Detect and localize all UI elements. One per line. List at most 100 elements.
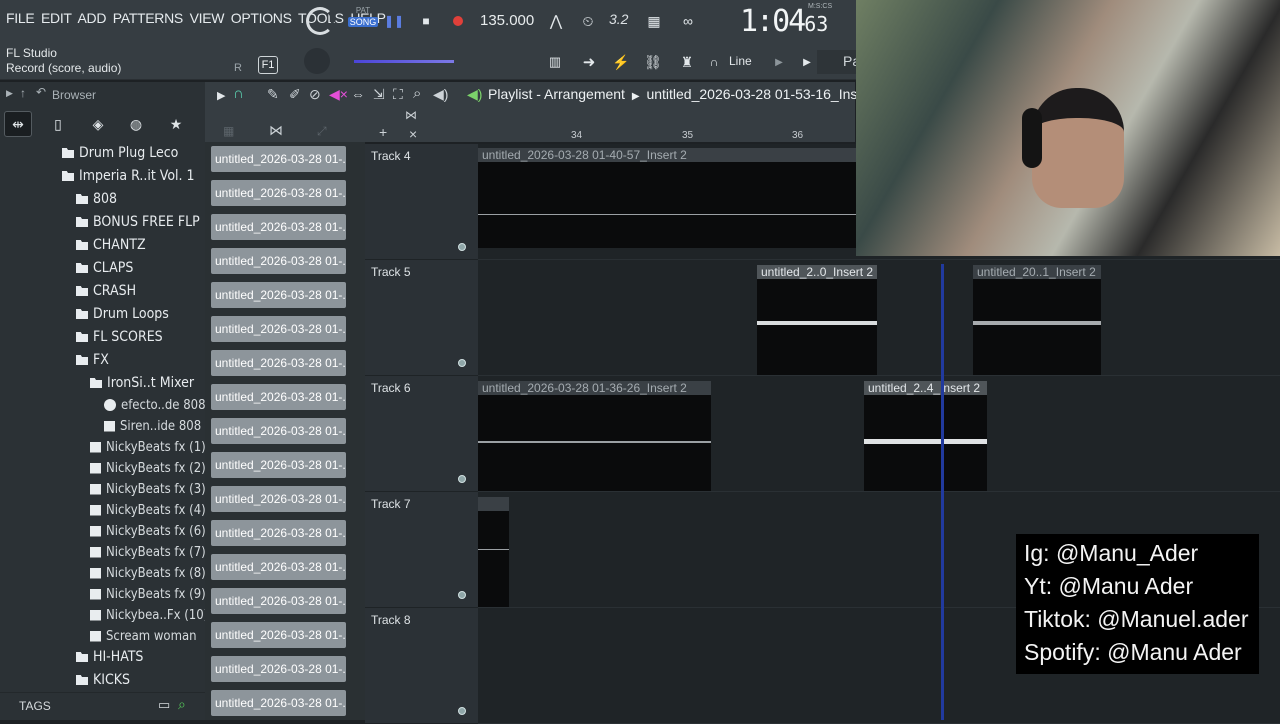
arrow-right-icon[interactable]: ➜ [578, 52, 600, 72]
pattern-clip-item[interactable]: untitled_2026-03-28 01-... [211, 248, 346, 274]
menu-options[interactable]: OPTIONS [231, 10, 292, 26]
tree-item[interactable]: NickyBeats fx (4) [90, 499, 205, 521]
tree-item[interactable]: Siren..ide 808 [104, 415, 201, 437]
zoom-tool-icon[interactable]: ⌕ [413, 85, 421, 102]
audio-tab-icon[interactable]: ⋈ [269, 122, 283, 139]
close-track-icon[interactable]: × [409, 126, 417, 142]
track-mute-led[interactable] [458, 359, 466, 367]
pattern-clip-item[interactable]: untitled_2026-03-28 01-... [211, 588, 346, 614]
snap-mode[interactable]: Line [729, 54, 752, 68]
tree-item[interactable]: FL SCORES [76, 326, 163, 348]
tree-item[interactable]: efecto..de 808 [104, 394, 205, 416]
browser-favorites-tab-icon[interactable]: ★ [162, 111, 190, 137]
tree-item[interactable]: NickyBeats fx (3) [90, 478, 205, 500]
browser-plugins-tab-icon[interactable]: ◈ [84, 111, 112, 137]
pattern-clip-item[interactable]: untitled_2026-03-28 01-... [211, 350, 346, 376]
pattern-clip-item[interactable]: untitled_2026-03-28 01-... [211, 452, 346, 478]
pattern-tab-icon[interactable]: ▦ [223, 124, 234, 138]
tree-item[interactable]: NickyBeats fx (6) [90, 520, 205, 542]
pattern-clip-item[interactable]: untitled_2026-03-28 01-... [211, 146, 346, 172]
menu-edit[interactable]: EDIT [41, 10, 72, 26]
tree-item[interactable]: IronSi..t Mixer [90, 372, 194, 394]
tempo-display[interactable]: 135.000 [480, 12, 534, 29]
menu-view[interactable]: VIEW [190, 10, 225, 26]
magnet-icon[interactable]: ∩ [706, 53, 722, 71]
pattern-clip-item[interactable]: untitled_2026-03-28 01-... [211, 384, 346, 410]
master-volume-slider[interactable] [354, 60, 454, 63]
mixer-icon[interactable]: ♜ [676, 52, 698, 72]
tree-item[interactable]: Drum Plug Leco [62, 142, 178, 164]
tree-item[interactable]: CHANTZ [76, 234, 146, 256]
browser-all-tab-icon[interactable]: ⇹ [4, 111, 32, 137]
pattern-selector[interactable]: Pa [817, 50, 860, 74]
pattern-clip-item[interactable]: untitled_2026-03-28 01-... [211, 554, 346, 580]
pattern-clip-item[interactable]: untitled_2026-03-28 01-... [211, 282, 346, 308]
tree-item[interactable]: Nickybea..Fx (10) [90, 604, 205, 626]
select-tool-icon[interactable]: ⛶ [393, 86, 403, 103]
record-button[interactable] [448, 10, 468, 32]
timeline-ruler[interactable]: 34 35 36 [478, 128, 858, 144]
playback-tool-icon[interactable]: ◀) [433, 86, 448, 103]
stop-button[interactable]: ■ [416, 10, 436, 32]
draw-tool-icon[interactable]: ✎ [267, 86, 279, 103]
track-header[interactable]: Track 6 [365, 376, 478, 492]
menu-file[interactable]: FILE [6, 10, 35, 26]
slip-tool-icon[interactable]: ⇔ [351, 86, 365, 102]
pattern-clip-item[interactable]: untitled_2026-03-28 01-... [211, 690, 346, 716]
browser-up-icon[interactable]: ↑ [20, 86, 26, 100]
loop-record-icon[interactable]: ∞ [676, 10, 700, 32]
menu-patterns[interactable]: PATTERNS [113, 10, 184, 26]
tree-item[interactable]: NickyBeats fx (8) [90, 562, 205, 584]
audio-clip[interactable]: untitled_2..4_Insert 2 [864, 381, 987, 491]
tree-item[interactable]: 808 [76, 188, 117, 210]
tree-item[interactable]: Imperia R..it Vol. 1 [62, 165, 195, 187]
piano-roll-icon[interactable]: ▥ [542, 52, 568, 72]
browser-collapse-icon[interactable]: ▶ [6, 88, 13, 99]
pattern-clip-item[interactable]: untitled_2026-03-28 01-... [211, 316, 346, 342]
add-track-icon[interactable]: + [379, 124, 387, 140]
audio-clip[interactable]: untitled_2026-03-28 01-36-26_Insert 2 [478, 381, 711, 491]
main-pitch-knob[interactable] [304, 48, 330, 74]
overview-icon[interactable]: ⋈ [405, 108, 417, 122]
pattern-clip-item[interactable]: untitled_2026-03-28 01-... [211, 656, 346, 682]
folder-icon[interactable]: ▭ [158, 697, 170, 713]
audio-clip[interactable]: untitled_2026-03-28 01-40-57_Insert 2 [478, 148, 858, 248]
pattern-clip-item[interactable]: untitled_2026-03-28 01-... [211, 520, 346, 546]
tree-item[interactable]: KICKS [76, 669, 130, 690]
mute-tool-icon[interactable]: ◀× [329, 86, 348, 103]
magnet-snap-icon[interactable]: ∩ [233, 85, 244, 102]
pattern-clip-item[interactable]: untitled_2026-03-28 01-... [211, 622, 346, 648]
track-mute-led[interactable] [458, 707, 466, 715]
menu-add[interactable]: ADD [78, 10, 107, 26]
tree-item[interactable]: HI-HATS [76, 646, 143, 668]
slice-tool-icon[interactable]: ⇲ [373, 86, 385, 103]
wait-input-icon[interactable]: ⏲ [576, 10, 600, 32]
pattern-clip-item[interactable]: untitled_2026-03-28 01-... [211, 214, 346, 240]
tree-item[interactable]: Drum Loops [76, 303, 169, 325]
tree-item[interactable]: NickyBeats fx (9) [90, 583, 205, 605]
pat-song-toggle[interactable]: PAT SONG [348, 6, 378, 36]
time-display[interactable]: 1:0463 M:S:CS [740, 3, 832, 39]
tree-item[interactable]: NickyBeats fx (2) [90, 457, 205, 479]
track-header[interactable]: Track 8 [365, 608, 478, 724]
track-header[interactable]: Track 5 [365, 260, 478, 376]
f1-button[interactable]: F1 [258, 56, 278, 74]
track-lane[interactable]: untitled_2..0_Insert 2 untitled_20..1_In… [478, 260, 1280, 376]
pattern-clip-item[interactable]: untitled_2026-03-28 01-... [211, 418, 346, 444]
plugin-icon[interactable]: ⚡ [610, 52, 632, 72]
delete-tool-icon[interactable]: ⊘ [309, 86, 321, 103]
pattern-clip-item[interactable]: untitled_2026-03-28 01-... [211, 180, 346, 206]
search-icon[interactable]: ⌕ [178, 696, 186, 713]
tree-item[interactable]: CRASH [76, 280, 136, 302]
tree-item[interactable]: Scream woman [90, 625, 197, 647]
pattern-clip-item[interactable]: untitled_2026-03-28 01-... [211, 486, 346, 512]
link-icon[interactable]: ⛓ [642, 52, 664, 72]
automation-tab-icon[interactable]: ⤢ [317, 124, 327, 139]
master-volume-knob[interactable] [306, 7, 334, 35]
metronome-icon[interactable]: ⋀ [545, 10, 567, 32]
track-header[interactable]: Track 4 [365, 144, 478, 260]
play-icon[interactable]: ▶ [800, 53, 814, 71]
playhead-marker[interactable] [941, 264, 944, 720]
track-lane[interactable]: untitled_2026-03-28 01-36-26_Insert 2 un… [478, 376, 1280, 492]
tree-item[interactable]: FX [76, 349, 109, 371]
